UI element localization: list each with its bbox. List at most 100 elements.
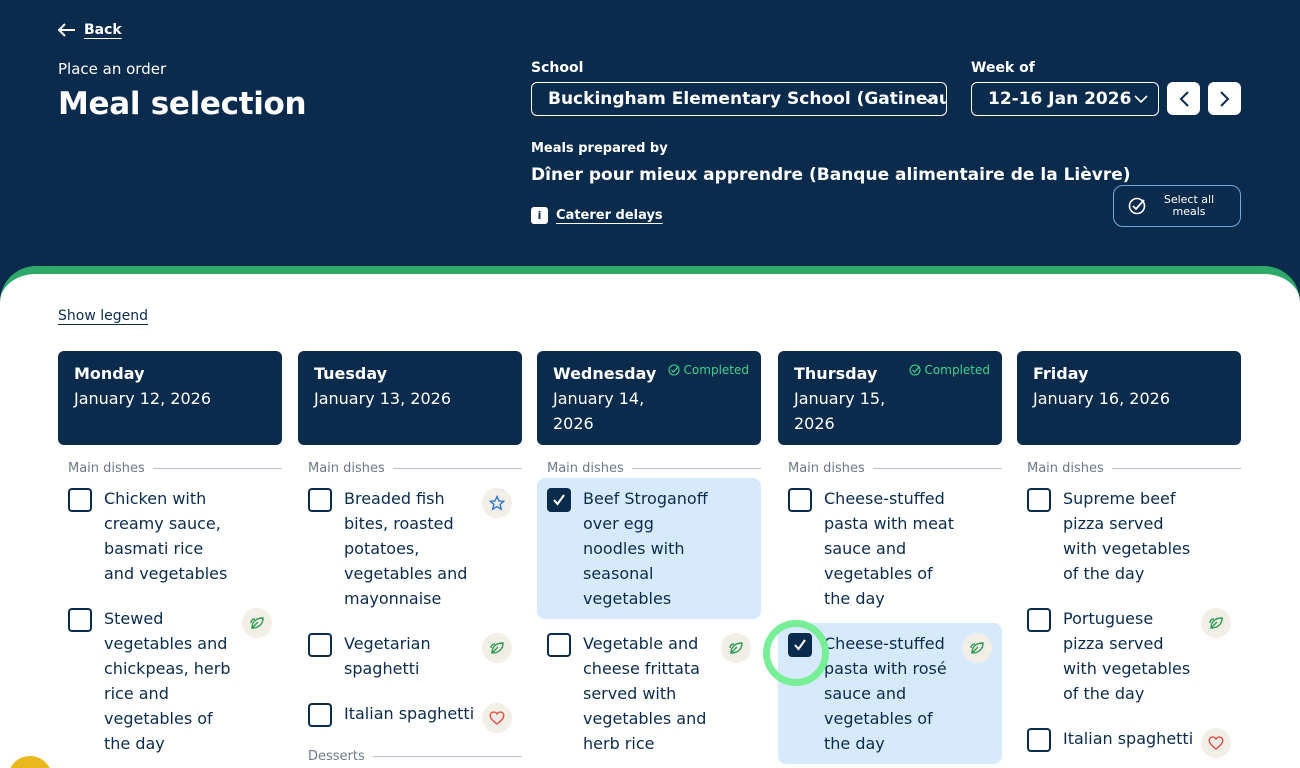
meal-option[interactable]: Italian spaghetti — [298, 693, 522, 741]
week-label: Week of — [971, 60, 1035, 76]
meal-option[interactable]: Supreme beef pizza served with vegetable… — [1017, 478, 1241, 594]
meal-checkbox[interactable] — [308, 488, 332, 512]
meal-option[interactable]: Breaded fish bites, roasted potatoes, ve… — [298, 478, 522, 619]
section-title: Main dishes — [308, 461, 385, 476]
section-header: Main dishes — [1017, 461, 1241, 476]
day-column-1: Tuesday January 13, 2026 Main dishes Breade… — [298, 351, 522, 764]
divider — [631, 468, 761, 469]
meal-checkbox[interactable] — [1027, 488, 1051, 512]
day-date: January 15, 2026 — [794, 389, 886, 433]
select-all-meals-button[interactable]: Select all meals — [1113, 185, 1241, 227]
meal-name: Cheese-stuffed pasta with meat sauce and… — [824, 489, 954, 608]
divider — [152, 468, 282, 469]
leaf-icon — [721, 633, 751, 663]
header-banner: Back Place an order Meal selection Schoo… — [0, 0, 1300, 300]
day-name: Monday — [74, 364, 145, 383]
meal-checkbox[interactable] — [1027, 728, 1051, 752]
day-header: Wednesday January 14, 2026 Completed — [537, 351, 761, 445]
section-header: Main dishes — [778, 461, 1002, 476]
meal-option[interactable]: Cheese-stuffed pasta with meat sauce and… — [778, 478, 1002, 619]
star-icon — [482, 488, 512, 518]
heart-icon — [1201, 728, 1231, 758]
meal-name: Supreme beef pizza served with vegetable… — [1063, 489, 1191, 583]
section-title: Main dishes — [68, 461, 145, 476]
section-header: Main dishes — [298, 461, 522, 476]
meal-checkbox[interactable] — [308, 633, 332, 657]
check-circle-icon — [667, 364, 680, 376]
heart-icon — [482, 703, 512, 733]
completed-badge: Completed — [908, 363, 990, 377]
divider — [392, 468, 522, 469]
day-column-2: Wednesday January 14, 2026 Completed Main d… — [537, 351, 761, 764]
meal-checkbox[interactable] — [788, 488, 812, 512]
check-circle-icon — [908, 364, 921, 376]
section-title: Main dishes — [788, 461, 865, 476]
day-column-0: Monday January 12, 2026 Main dishes Chicken… — [58, 351, 282, 764]
divider — [872, 468, 1002, 469]
school-select[interactable]: Buckingham Elementary School (Gatineau) — [531, 82, 947, 116]
arrow-left-icon — [58, 23, 75, 37]
show-legend-link[interactable]: Show legend — [58, 308, 148, 324]
leaf-icon — [242, 608, 272, 638]
section-header: Desserts — [298, 749, 522, 764]
meal-checkbox[interactable] — [547, 633, 571, 657]
meal-checkbox[interactable] — [788, 633, 812, 657]
meal-option[interactable]: Beef Stroganoff over egg noodles with se… — [537, 478, 761, 619]
day-date: January 14, 2026 — [553, 389, 645, 433]
section-header: Main dishes — [58, 461, 282, 476]
section-title: Main dishes — [1027, 461, 1104, 476]
day-date: January 13, 2026 — [314, 389, 451, 408]
info-icon: i — [531, 207, 548, 224]
meal-option[interactable]: Chicken with creamy sauce, basmati rice … — [58, 478, 282, 594]
chevron-left-icon — [1179, 90, 1189, 107]
day-column-4: Friday January 16, 2026 Main dishes Supreme… — [1017, 351, 1241, 766]
week-select-value: 12-16 Jan 2026 — [988, 89, 1132, 109]
meal-checkbox[interactable] — [1027, 608, 1051, 632]
day-date: January 16, 2026 — [1033, 389, 1170, 408]
check-circle-icon — [1128, 197, 1146, 215]
meal-name: Beef Stroganoff over egg noodles with se… — [583, 489, 708, 608]
checkmark-icon — [553, 494, 565, 506]
section-title: Main dishes — [547, 461, 624, 476]
completed-label: Completed — [924, 363, 990, 377]
meal-option[interactable]: Portuguese pizza served with vegetables … — [1017, 598, 1241, 714]
next-week-button[interactable] — [1208, 82, 1241, 115]
chevron-right-icon — [1219, 90, 1229, 107]
leaf-icon — [482, 633, 512, 663]
section-header: Main dishes — [537, 461, 761, 476]
previous-week-button[interactable] — [1167, 82, 1200, 115]
meal-checkbox[interactable] — [547, 488, 571, 512]
meal-checkbox[interactable] — [68, 608, 92, 632]
meal-option[interactable]: Cheese-stuffed pasta with rosé sauce and… — [778, 623, 1002, 764]
chevron-down-icon — [1134, 95, 1148, 104]
meal-option[interactable]: Vegetable and cheese frittata served wit… — [537, 623, 761, 764]
chevron-down-icon — [922, 95, 936, 104]
page-subtitle: Place an order — [58, 60, 167, 78]
checkmark-icon — [794, 639, 806, 651]
prepared-by-label: Meals prepared by — [531, 141, 668, 156]
completed-badge: Completed — [667, 363, 749, 377]
meal-checkbox[interactable] — [308, 703, 332, 727]
caterer-name: Dîner pour mieux apprendre (Banque alime… — [531, 165, 1131, 185]
section-title: Desserts — [308, 749, 365, 764]
caterer-delays-label: Caterer delays — [556, 208, 663, 223]
day-header: Friday January 16, 2026 — [1017, 351, 1241, 445]
meal-checkbox[interactable] — [68, 488, 92, 512]
caterer-delays-link[interactable]: i Caterer delays — [531, 207, 663, 224]
day-header: Monday January 12, 2026 — [58, 351, 282, 445]
day-column-3: Thursday January 15, 2026 Completed Main di… — [778, 351, 1002, 764]
day-header: Tuesday January 13, 2026 — [298, 351, 522, 445]
back-link[interactable]: Back — [58, 22, 122, 38]
divider — [1111, 468, 1241, 469]
school-label: School — [531, 60, 584, 76]
week-select[interactable]: 12-16 Jan 2026 — [971, 82, 1159, 116]
school-select-value: Buckingham Elementary School (Gatineau) — [548, 89, 947, 109]
leaf-icon — [1201, 608, 1231, 638]
day-date: January 12, 2026 — [74, 389, 211, 408]
leaf-icon — [962, 633, 992, 663]
meal-option[interactable]: Vegetarian spaghetti — [298, 623, 522, 689]
meal-option[interactable]: Stewed vegetables and chickpeas, herb ri… — [58, 598, 282, 764]
meal-option[interactable]: Italian spaghetti — [1017, 718, 1241, 766]
select-all-label: Select all meals — [1163, 193, 1215, 218]
day-name: Tuesday — [314, 364, 388, 383]
